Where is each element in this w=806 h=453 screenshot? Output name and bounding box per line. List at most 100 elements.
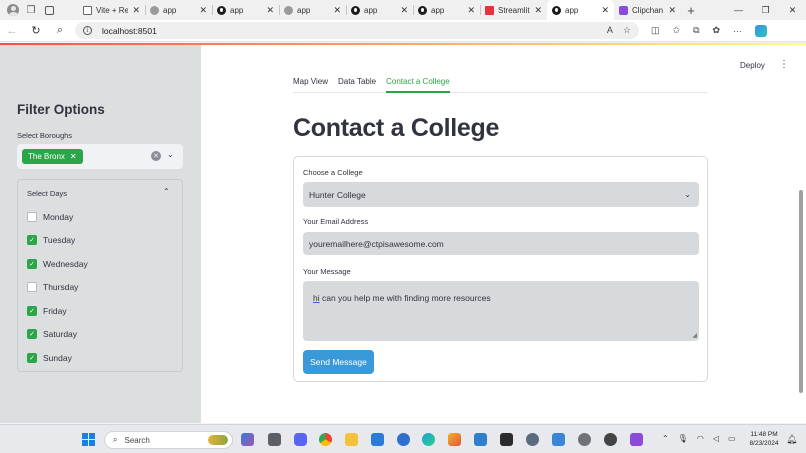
checkbox-checked-icon[interactable]: ✓ bbox=[27, 353, 37, 363]
info-icon[interactable]: i bbox=[83, 26, 92, 35]
microphone-icon[interactable]: 🎙︎ bbox=[678, 434, 688, 443]
taskbar-clock[interactable]: 11:48 PM 8/23/2024 bbox=[745, 430, 783, 448]
close-icon[interactable]: ✕ bbox=[534, 5, 542, 16]
days-expander-header[interactable]: Select Days bbox=[27, 189, 67, 198]
boroughs-multiselect[interactable]: The Bronx ✕ ✕ ⌄ bbox=[17, 144, 183, 169]
back-arrow-icon[interactable]: ← bbox=[0, 25, 24, 37]
day-checkbox-thursday[interactable]: Thursday bbox=[27, 282, 78, 292]
main-menu-icon[interactable]: ⋮ bbox=[779, 59, 789, 70]
tab-actions-icon[interactable] bbox=[43, 4, 55, 16]
checkbox-icon[interactable] bbox=[27, 282, 37, 292]
page-scrollbar[interactable] bbox=[799, 190, 803, 393]
checkbox-checked-icon[interactable]: ✓ bbox=[27, 259, 37, 269]
day-checkbox-monday[interactable]: Monday bbox=[27, 212, 73, 222]
new-tab-button[interactable]: + bbox=[681, 3, 701, 18]
settings-gear-icon[interactable] bbox=[526, 433, 539, 446]
chip-remove-icon[interactable]: ✕ bbox=[70, 152, 77, 161]
chevron-down-icon[interactable]: ⌄ bbox=[684, 190, 691, 199]
browser-tab[interactable]: Streamlit ✕ bbox=[480, 0, 547, 20]
media-player-icon[interactable] bbox=[604, 433, 617, 446]
restore-icon[interactable]: ❐ bbox=[752, 5, 779, 16]
photos-icon[interactable] bbox=[552, 433, 565, 446]
college-select[interactable]: Hunter College ⌄ bbox=[303, 182, 699, 207]
windows-start-icon[interactable] bbox=[82, 433, 95, 446]
extensions-icon[interactable]: ✿ bbox=[713, 25, 721, 36]
day-label: Thursday bbox=[43, 282, 79, 292]
collections-icon[interactable]: ⧉ bbox=[693, 25, 699, 36]
close-icon[interactable]: ✕ bbox=[266, 5, 274, 16]
browser-tab[interactable]: app ✕ bbox=[279, 0, 346, 20]
edge-icon[interactable] bbox=[422, 433, 435, 446]
close-icon[interactable]: ✕ bbox=[132, 5, 140, 16]
close-icon[interactable]: ✕ bbox=[601, 5, 609, 16]
message-textarea[interactable]: hi can you help me with finding more res… bbox=[303, 281, 699, 341]
favorite-star-icon[interactable]: ☆ bbox=[623, 25, 631, 36]
minimize-icon[interactable]: — bbox=[725, 5, 752, 16]
clear-all-icon[interactable]: ✕ bbox=[151, 151, 161, 161]
file-explorer-icon[interactable] bbox=[345, 433, 358, 446]
terminal-icon[interactable] bbox=[500, 433, 513, 446]
streamlit-favicon-icon bbox=[485, 5, 494, 15]
clipchamp-icon[interactable] bbox=[630, 433, 643, 446]
workspaces-icon[interactable]: ❐ bbox=[25, 4, 37, 16]
notification-bell-icon[interactable]: 🔔︎ bbox=[786, 434, 797, 445]
url-field[interactable]: i localhost:8501 A ☆ bbox=[75, 22, 639, 39]
close-icon[interactable]: ✕ bbox=[668, 5, 676, 16]
send-message-button[interactable]: Send Message bbox=[303, 350, 374, 374]
day-checkbox-saturday[interactable]: ✓ Saturday bbox=[27, 329, 77, 339]
browser-tab[interactable]: Clipchan ✕ bbox=[614, 0, 681, 20]
copilot-app-icon[interactable] bbox=[241, 433, 254, 446]
close-icon[interactable]: ✕ bbox=[199, 5, 207, 16]
browser-tab-active[interactable]: app ✕ bbox=[547, 0, 614, 20]
refresh-icon[interactable]: ↻ bbox=[24, 24, 48, 37]
checkbox-checked-icon[interactable]: ✓ bbox=[27, 235, 37, 245]
profile-icon[interactable] bbox=[7, 4, 19, 16]
github-desktop-icon[interactable] bbox=[578, 433, 591, 446]
vscode-icon[interactable] bbox=[474, 433, 487, 446]
chevron-up-icon[interactable]: ⌃ bbox=[662, 434, 669, 443]
chevron-down-icon[interactable]: ⌄ bbox=[167, 150, 174, 159]
day-checkbox-wednesday[interactable]: ✓ Wednesday bbox=[27, 259, 88, 269]
task-view-icon[interactable] bbox=[268, 433, 281, 446]
url-text[interactable]: localhost:8501 bbox=[102, 26, 597, 36]
close-icon[interactable]: ✕ bbox=[400, 5, 408, 16]
tab-map-view[interactable]: Map View bbox=[293, 75, 328, 93]
browser-tab[interactable]: Vite + Re ✕ bbox=[78, 0, 145, 20]
copilot-icon[interactable] bbox=[755, 24, 768, 37]
browser-toolbar: ◫ ✩ ⧉ ✿ ··· bbox=[651, 24, 768, 37]
checkbox-checked-icon[interactable]: ✓ bbox=[27, 329, 37, 339]
checkbox-checked-icon[interactable]: ✓ bbox=[27, 306, 37, 316]
split-screen-icon[interactable]: ◫ bbox=[651, 25, 660, 36]
day-checkbox-sunday[interactable]: ✓ Sunday bbox=[27, 353, 72, 363]
more-options-icon[interactable]: ··· bbox=[733, 26, 742, 36]
search-icon[interactable]: ⌕ bbox=[48, 24, 72, 37]
favorites-icon[interactable]: ✩ bbox=[673, 25, 681, 36]
chevron-up-icon[interactable]: ⌃ bbox=[163, 187, 170, 196]
browser-tab[interactable]: app ✕ bbox=[212, 0, 279, 20]
checkbox-icon[interactable] bbox=[27, 212, 37, 222]
tab-data-table[interactable]: Data Table bbox=[338, 75, 376, 93]
todo-icon[interactable] bbox=[371, 433, 384, 446]
navigator-icon[interactable] bbox=[397, 433, 410, 446]
deploy-button[interactable]: Deploy bbox=[740, 61, 765, 70]
browser-tab[interactable]: app ✕ bbox=[346, 0, 413, 20]
battery-icon[interactable]: ▭ bbox=[728, 434, 736, 443]
day-checkbox-friday[interactable]: ✓ Friday bbox=[27, 306, 67, 316]
volume-icon[interactable]: ◁ bbox=[713, 434, 719, 443]
read-aloud-icon[interactable]: A bbox=[607, 25, 613, 36]
browser-tab[interactable]: app ✕ bbox=[413, 0, 480, 20]
discord-icon[interactable] bbox=[294, 433, 307, 446]
figma-like-icon[interactable] bbox=[448, 433, 461, 446]
close-icon[interactable]: ✕ bbox=[333, 5, 341, 16]
resize-handle-icon[interactable]: ◢ bbox=[692, 332, 697, 339]
tab-contact-college[interactable]: Contact a College bbox=[386, 75, 450, 93]
borough-chip[interactable]: The Bronx ✕ bbox=[22, 149, 83, 164]
taskbar-search[interactable]: ⌕ Search bbox=[104, 431, 233, 449]
day-checkbox-tuesday[interactable]: ✓ Tuesday bbox=[27, 235, 75, 245]
email-field[interactable]: youremailhere@ctpisawesome.com bbox=[303, 232, 699, 255]
wifi-icon[interactable]: ◠ bbox=[697, 434, 704, 443]
chrome-icon[interactable] bbox=[319, 433, 332, 446]
close-window-icon[interactable]: ✕ bbox=[779, 5, 806, 16]
browser-tab[interactable]: app ✕ bbox=[145, 0, 212, 20]
close-icon[interactable]: ✕ bbox=[467, 5, 475, 16]
